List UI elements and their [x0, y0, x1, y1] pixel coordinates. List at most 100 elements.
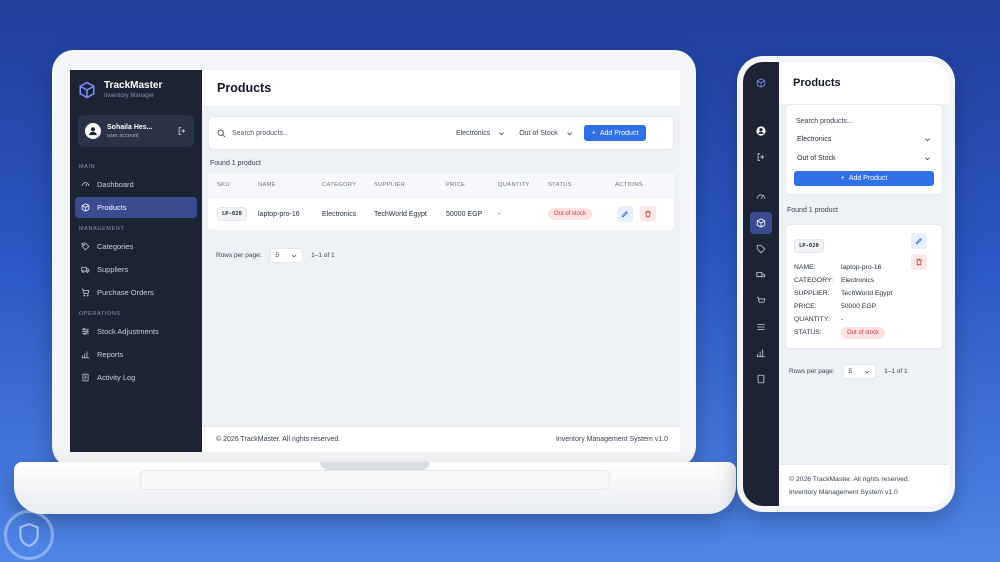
mobile-nav-products[interactable]	[750, 212, 772, 234]
chevron-down-icon	[499, 131, 505, 135]
stock-select[interactable]: Out of Stock	[794, 149, 934, 168]
mobile-content: Search products... Electronics Out of St…	[779, 104, 949, 464]
logout-icon	[757, 153, 765, 161]
header-supplier[interactable]: SUPPLIER	[374, 182, 446, 188]
results-count: Found 1 product	[787, 207, 838, 214]
footer-copyright: © 2026 TrackMaster. All rights reserved.	[789, 476, 910, 483]
stock-select[interactable]: Out of Stock	[519, 130, 573, 137]
cell-price: 50000 EGP	[446, 210, 483, 218]
sidebar-item-reports[interactable]: Reports	[75, 344, 197, 365]
footer-version: Inventory Management System v1.0	[789, 489, 898, 496]
section-label-management: MANAGEMENT	[79, 226, 125, 232]
app-name: TrackMaster	[104, 80, 163, 91]
sliders-icon	[82, 328, 89, 335]
sidebar-item-suppliers[interactable]: Suppliers	[75, 259, 197, 280]
mobile-nav-activity-log[interactable]	[750, 368, 772, 390]
box-icon	[756, 218, 766, 228]
sidebar-item-label: Purchase Orders	[97, 288, 154, 297]
search-input[interactable]	[232, 129, 442, 137]
mobile-logo	[750, 72, 772, 94]
avatar	[85, 123, 101, 139]
sidebar-item-dashboard[interactable]: Dashboard	[75, 174, 197, 195]
header-sku[interactable]: SKU	[208, 182, 258, 188]
truck-icon	[756, 272, 766, 278]
user-icon	[89, 127, 97, 136]
logo-cube-icon	[756, 78, 766, 88]
page-title: Products	[217, 81, 272, 95]
mobile-app: Products Search products... Electronics …	[743, 62, 949, 506]
table-row[interactable]: LP-020 laptop-pro-16 Electronics TechWor…	[208, 197, 674, 230]
edit-button[interactable]	[617, 206, 633, 222]
category-select[interactable]: Electronics	[794, 130, 934, 149]
footer-version: Inventory Management System v1.0	[555, 436, 668, 443]
cell-category: Electronics	[322, 210, 357, 218]
mobile-nav-stock-adjustments[interactable]	[750, 316, 772, 338]
mobile-nav-purchase-orders[interactable]	[750, 290, 772, 312]
mobile-nav-rail	[743, 62, 779, 506]
footer-copyright: © 2026 TrackMaster. All rights reserved.	[216, 436, 341, 443]
sidebar-item-activity-log[interactable]: Activity Log	[75, 367, 197, 388]
gauge-icon	[756, 194, 766, 199]
rows-per-page-select[interactable]: 5	[842, 364, 877, 379]
user-card[interactable]: Sohaila Hes... user account	[78, 115, 194, 147]
laptop-keyboard	[140, 470, 610, 490]
mobile-nav-suppliers[interactable]	[750, 264, 772, 286]
sidebar-item-label: Products	[97, 203, 127, 212]
cell-quantity: -	[498, 210, 501, 218]
rows-per-page-value: 5	[848, 368, 853, 375]
rows-per-page-select[interactable]: 5	[269, 248, 304, 263]
user-icon	[756, 126, 766, 136]
pagination-range: 1–1 of 1	[884, 368, 908, 375]
chevron-down-icon	[925, 138, 930, 142]
delete-button[interactable]	[911, 254, 927, 270]
mobile-avatar[interactable]	[750, 120, 772, 142]
tag-icon	[81, 242, 90, 251]
sku-badge: LP-020	[217, 207, 247, 221]
bar-chart-icon	[756, 349, 766, 358]
header-category[interactable]: CATEGORY	[322, 182, 374, 188]
logo-cube-icon	[79, 81, 95, 98]
box-icon	[81, 203, 90, 212]
mobile-nav-dashboard[interactable]	[750, 186, 772, 208]
clipboard-icon	[82, 373, 89, 382]
header-price[interactable]: PRICE	[446, 182, 498, 188]
search-input[interactable]: Search products...	[794, 113, 934, 130]
pencil-icon	[915, 238, 922, 245]
results-count: Found 1 product	[210, 160, 261, 167]
page-title: Products	[793, 77, 841, 89]
rows-per-page-label: Rows per page:	[216, 252, 262, 259]
header-quantity[interactable]: QUANTITY	[498, 182, 548, 188]
product-card[interactable]: LP-020 NAME: laptop-pro-16 CATEGORY: Elect…	[785, 224, 943, 349]
delete-button[interactable]	[639, 206, 656, 222]
sidebar-item-categories[interactable]: Categories	[75, 236, 197, 257]
mobile-nav-reports[interactable]	[750, 342, 772, 364]
user-role: user account	[107, 132, 139, 139]
chevron-down-icon	[566, 131, 572, 135]
add-product-button[interactable]: + Add Product	[794, 171, 934, 186]
category-select[interactable]: Electronics	[456, 130, 505, 137]
sidebar-item-label: Stock Adjustments	[97, 327, 159, 336]
sidebar-item-stock-adjustments[interactable]: Stock Adjustments	[75, 321, 197, 342]
mobile-nav-categories[interactable]	[750, 238, 772, 260]
stock-select-value: Out of Stock	[519, 129, 558, 137]
sidebar: TrackMaster Inventory Manager Sohaila He…	[70, 70, 202, 452]
mobile-logout-button[interactable]	[750, 146, 772, 168]
add-product-button[interactable]: + Add Product	[583, 125, 647, 141]
pagination: Rows per page: 5 1–1 of 1	[789, 364, 943, 379]
category-select-value: Electronics	[797, 136, 832, 143]
card-row-price: PRICE: 50000 EGP	[794, 303, 877, 310]
mobile-main: Products Search products... Electronics …	[779, 62, 949, 506]
logout-icon[interactable]	[177, 126, 187, 136]
section-label-operations: OPERATIONS	[79, 311, 121, 317]
sidebar-item-products[interactable]: Products	[75, 197, 197, 218]
clipboard-icon	[757, 374, 765, 384]
sidebar-item-purchase-orders[interactable]: Purchase Orders	[75, 282, 197, 303]
header-name[interactable]: NAME	[258, 182, 322, 188]
sidebar-item-label: Suppliers	[97, 265, 129, 274]
watermark-logo	[4, 510, 54, 560]
sidebar-item-label: Categories	[97, 242, 134, 251]
edit-button[interactable]	[911, 233, 927, 249]
cart-icon	[756, 296, 766, 303]
cart-icon	[81, 288, 90, 297]
sku-badge: LP-020	[794, 239, 824, 253]
